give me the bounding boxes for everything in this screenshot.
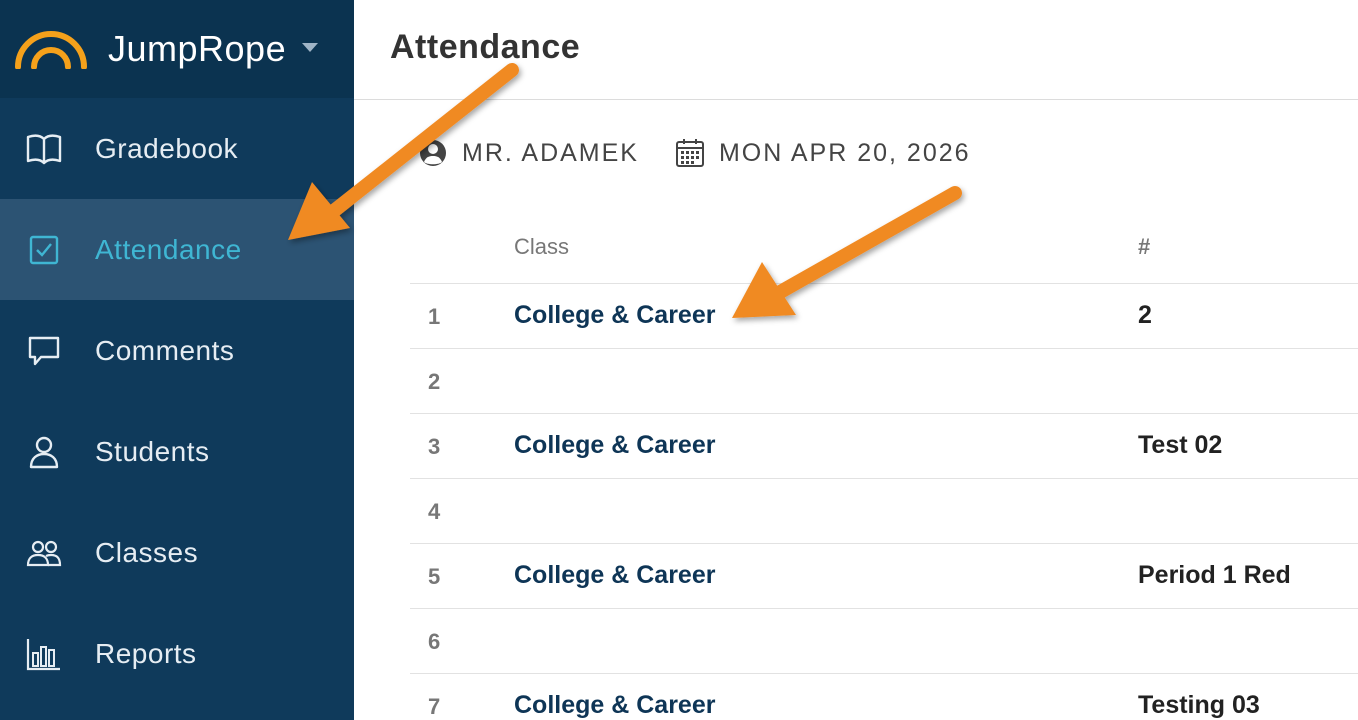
table-row: 3 College & Career Test 02 [410,414,1358,479]
sidebar-item-attendance[interactable]: Attendance [0,199,354,300]
calendar-icon [675,138,705,168]
section-number: 2 [1138,301,1152,329]
class-link[interactable]: College & Career [514,431,715,460]
bar-chart-icon [26,636,62,672]
row-index: 6 [428,629,441,654]
sidebar-item-label: Comments [95,334,235,366]
classes-table: Class # 1 College & Career 2 2 3 College… [410,216,1358,720]
sidebar-item-label: Attendance [95,233,242,265]
sidebar-item-label: Reports [95,637,197,669]
table-row: 6 [410,609,1358,674]
attendance-date: MON APR 20, 2026 [718,138,971,167]
row-index: 4 [428,499,441,524]
class-link[interactable]: College & Career [514,301,715,330]
row-index: 7 [428,694,441,719]
table-row: 4 [410,479,1358,544]
book-icon [26,131,62,167]
attendance-meta: MR. ADAMEK MON APR 20, 2026 [418,138,971,168]
date-selector[interactable]: MON APR 20, 2026 [675,138,971,168]
table-row: 5 College & Career Period 1 Red [410,544,1358,609]
table-header: Class # [410,216,1358,284]
group-icon [26,535,62,571]
row-index: 1 [428,304,441,329]
section-number: Test 02 [1138,431,1223,459]
sidebar-item-label: Gradebook [95,132,239,164]
sidebar-item-label: Students [95,435,210,467]
row-index: 3 [428,434,441,459]
sidebar-item-gradebook[interactable]: Gradebook [0,98,354,199]
teacher-selector[interactable]: MR. ADAMEK [418,138,639,168]
section-number: Testing 03 [1138,691,1260,719]
column-header-class: Class [514,234,570,259]
person-icon [26,434,62,470]
sidebar-item-comments[interactable]: Comments [0,300,354,401]
class-link[interactable]: College & Career [514,561,715,590]
speech-bubble-icon [26,333,62,369]
sidebar-item-reports[interactable]: Reports [0,603,354,704]
app-name: JumpRope [108,28,287,69]
table-row: 1 College & Career 2 [410,284,1358,349]
main-content: Attendance MR. ADAMEK MON APR 20, 2026 C… [354,0,1358,720]
checkbox-icon [26,232,62,268]
row-index: 2 [428,369,441,394]
app-brand[interactable]: JumpRope [0,0,354,98]
page-title: Attendance [390,28,581,66]
jumprope-logo-icon [15,31,87,69]
sidebar-item-students[interactable]: Students [0,401,354,502]
table-row: 7 College & Career Testing 03 [410,674,1358,720]
section-number: Period 1 Red [1138,561,1291,589]
column-header-number: # [1138,234,1151,259]
teacher-name: MR. ADAMEK [462,138,639,167]
sidebar-nav: Gradebook Attendance Comments Students C… [0,98,354,704]
sidebar: JumpRope Gradebook Attendance Comments S… [0,0,354,720]
user-circle-icon [418,138,448,168]
row-index: 5 [428,564,441,589]
class-link[interactable]: College & Career [514,691,715,720]
page-header: Attendance [354,0,1358,100]
table-row: 2 [410,349,1358,414]
sidebar-item-label: Classes [95,536,199,568]
sidebar-item-classes[interactable]: Classes [0,502,354,603]
chevron-down-icon[interactable] [302,42,319,52]
